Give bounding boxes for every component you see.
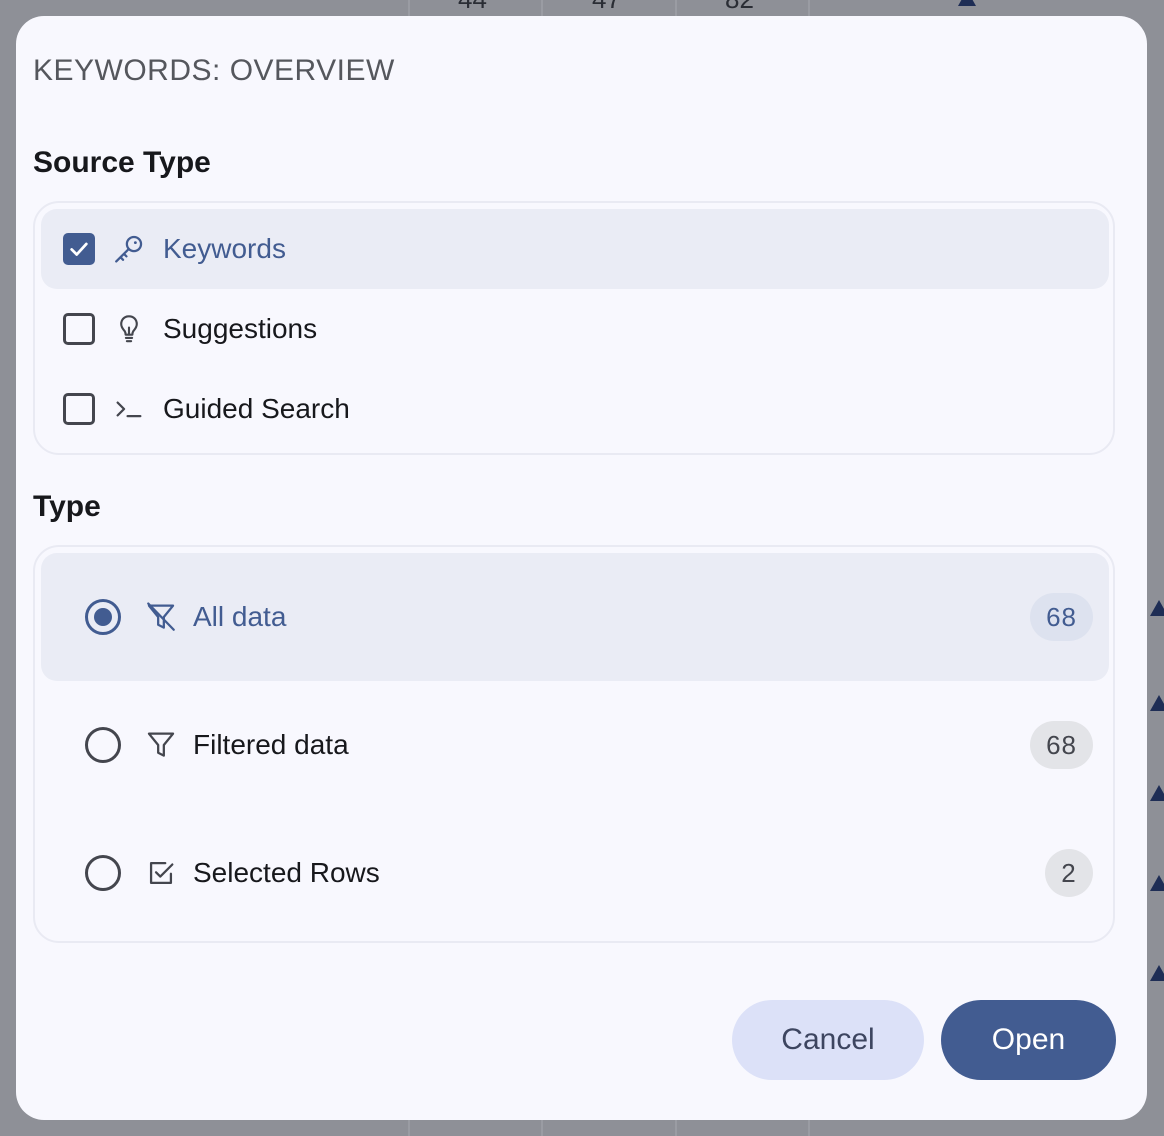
filtered-data-count-badge: 68: [1030, 721, 1093, 769]
source-option-suggestions[interactable]: Suggestions: [41, 289, 1109, 369]
cancel-button[interactable]: Cancel: [732, 1000, 924, 1080]
suggestions-checkbox[interactable]: [63, 313, 95, 345]
bg-trend-up-icon: [1150, 785, 1164, 801]
bg-trend-up-icon: [1150, 875, 1164, 891]
bg-trend-up-icon: [958, 0, 976, 6]
checkmark-icon: [70, 242, 88, 256]
type-option-filtered-data[interactable]: Filtered data 68: [41, 681, 1109, 809]
source-type-heading: Source Type: [33, 146, 211, 179]
dialog-title: KEYWORDS: OVERVIEW: [33, 54, 395, 87]
bg-trend-up-icon: [1150, 600, 1164, 616]
all-data-label: All data: [193, 601, 287, 632]
selected-rows-count-badge: 2: [1045, 849, 1093, 897]
filtered-data-radio[interactable]: [85, 727, 121, 763]
filtered-data-label: Filtered data: [193, 729, 349, 760]
keywords-checkbox[interactable]: [63, 233, 95, 265]
selected-rows-radio[interactable]: [85, 855, 121, 891]
guided-search-checkbox[interactable]: [63, 393, 95, 425]
open-button[interactable]: Open: [941, 1000, 1116, 1080]
source-option-keywords[interactable]: Keywords: [41, 209, 1109, 289]
type-heading: Type: [33, 490, 101, 523]
suggestions-label: Suggestions: [163, 313, 318, 344]
export-dialog: KEYWORDS: OVERVIEW Source Type Keywords: [16, 16, 1147, 1120]
filter-off-icon: [143, 599, 179, 635]
key-icon: [111, 231, 147, 267]
selected-rows-label: Selected Rows: [193, 857, 380, 888]
type-panel: All data 68 Filtered data 68 Selected Ro…: [33, 545, 1115, 943]
bg-cell-value: 44: [458, 0, 487, 15]
all-data-count-badge: 68: [1030, 593, 1093, 641]
type-option-selected-rows[interactable]: Selected Rows 2: [41, 809, 1109, 937]
bg-trend-up-icon: [1150, 695, 1164, 711]
terminal-icon: [111, 391, 147, 427]
checkbox-square-icon: [143, 855, 179, 891]
filter-icon: [143, 727, 179, 763]
type-option-all-data[interactable]: All data 68: [41, 553, 1109, 681]
bg-trend-up-icon: [1150, 965, 1164, 981]
bg-cell-value: 82: [725, 0, 754, 15]
keywords-label: Keywords: [163, 233, 286, 264]
lightbulb-icon: [111, 311, 147, 347]
bg-cell-value: 47: [592, 0, 621, 15]
guided-search-label: Guided Search: [163, 393, 350, 424]
all-data-radio[interactable]: [85, 599, 121, 635]
source-option-guided-search[interactable]: Guided Search: [41, 369, 1109, 449]
source-type-panel: Keywords Suggestions Guided Search: [33, 201, 1115, 455]
